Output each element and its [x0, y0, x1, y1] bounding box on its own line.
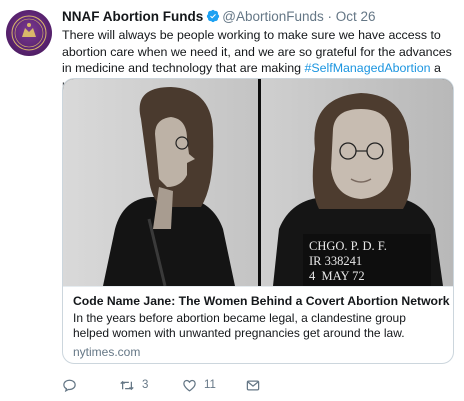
- tweet-actions: 3 11: [62, 375, 322, 395]
- reply-icon: [63, 379, 76, 392]
- tweet[interactable]: NNAF Abortion Funds @AbortionFunds · Oct …: [0, 0, 464, 401]
- separator-dot: ·: [327, 9, 333, 24]
- author-avatar[interactable]: [6, 10, 52, 56]
- author-name[interactable]: NNAF Abortion Funds: [62, 9, 203, 24]
- reply-button[interactable]: [62, 375, 77, 395]
- verified-badge-icon: [206, 9, 220, 27]
- placard-line-1: CHGO. P. D. F.: [309, 239, 387, 253]
- like-button[interactable]: 11: [182, 375, 216, 395]
- heart-icon: [183, 379, 196, 392]
- placard-line-3: 4 MAY 72: [309, 269, 365, 283]
- card-title[interactable]: Code Name Jane: The Women Behind a Cover…: [73, 294, 450, 309]
- tweet-header: NNAF Abortion Funds @AbortionFunds · Oct …: [62, 9, 376, 27]
- card-image[interactable]: CHGO. P. D. F. IR 338241 4 MAY 72: [63, 79, 453, 287]
- retweet-icon: [120, 380, 134, 390]
- envelope-icon: [246, 380, 260, 390]
- author-handle[interactable]: @AbortionFunds: [222, 9, 324, 24]
- card-domain: nytimes.com: [73, 345, 141, 359]
- card-text[interactable]: Code Name Jane: The Women Behind a Cover…: [63, 286, 453, 363]
- link-card[interactable]: CHGO. P. D. F. IR 338241 4 MAY 72 Code N…: [62, 78, 454, 364]
- direct-message-button[interactable]: [245, 375, 261, 395]
- hashtag-link[interactable]: #SelfManagedAbortion: [304, 61, 430, 75]
- card-description: In the years before abortion became lega…: [73, 311, 406, 340]
- placard-line-2: IR 338241: [309, 254, 362, 268]
- nnaf-logo-icon: [11, 15, 47, 51]
- tweet-date[interactable]: Oct 26: [336, 9, 376, 24]
- retweet-count: 3: [142, 379, 149, 391]
- retweet-button[interactable]: 3: [119, 375, 148, 395]
- like-count: 11: [204, 379, 216, 391]
